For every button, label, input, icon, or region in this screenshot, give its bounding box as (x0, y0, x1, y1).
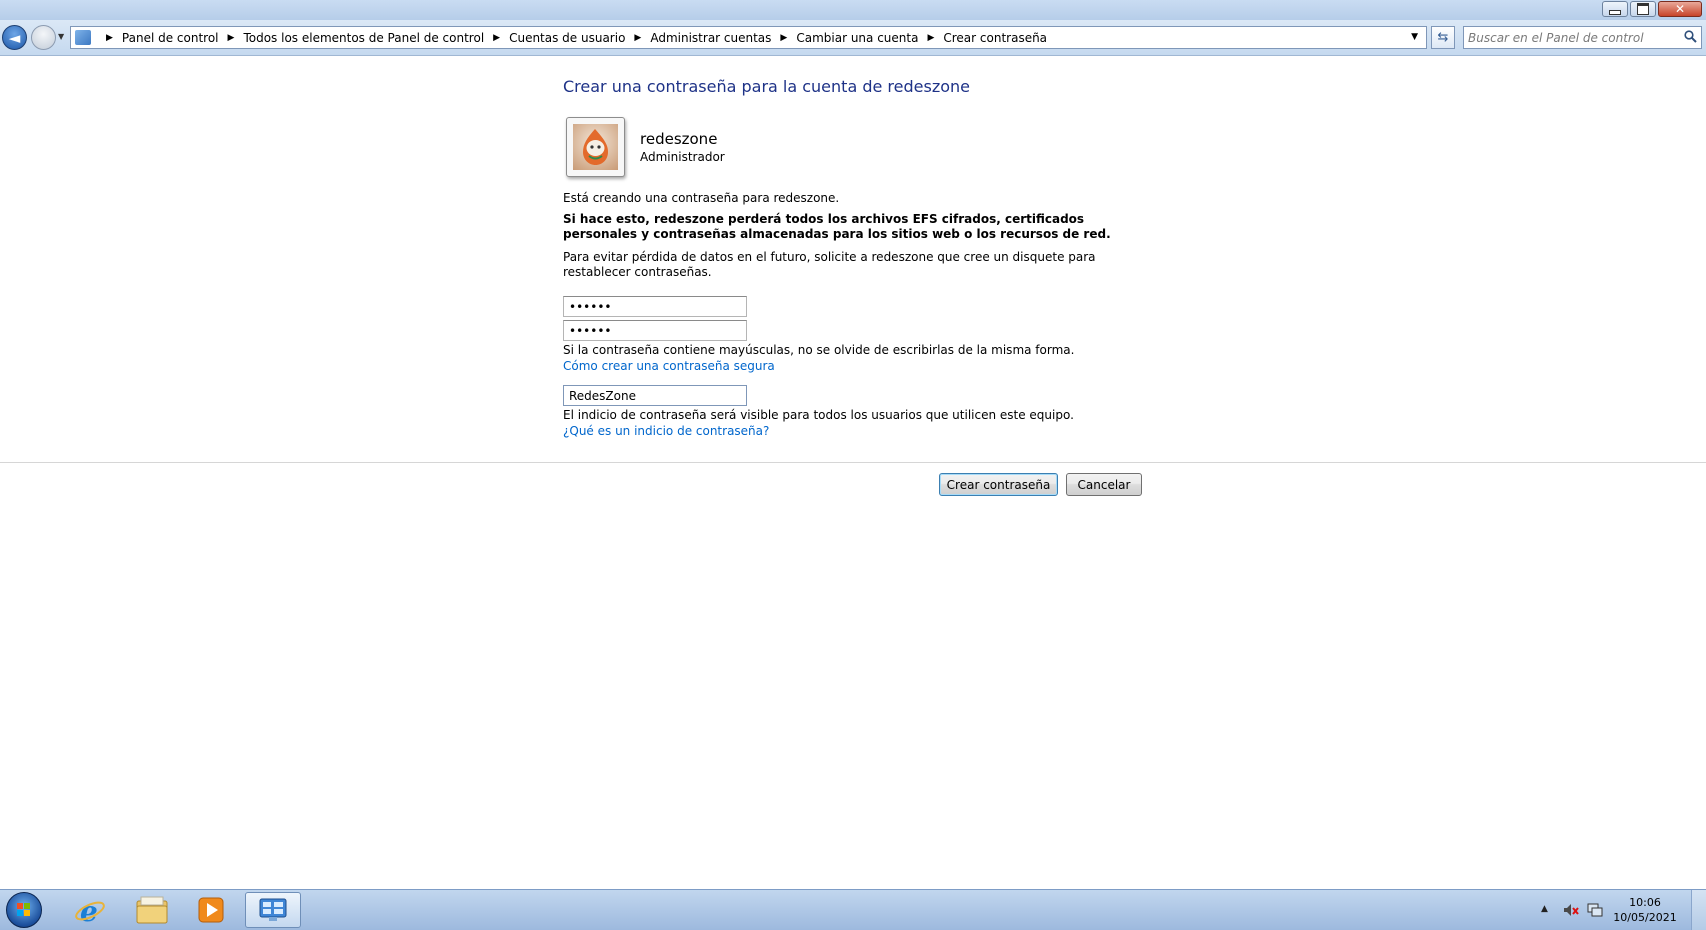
refresh-button[interactable]: ⇆ (1431, 26, 1455, 49)
svg-text:e: e (80, 895, 98, 926)
breadcrumb-item[interactable]: Administrar cuentas (650, 31, 771, 45)
breadcrumb-chevron-icon[interactable]: ▶ (493, 33, 500, 43)
search-input[interactable] (1468, 29, 1668, 46)
show-hidden-icons-button[interactable]: ▲ (1541, 904, 1548, 914)
title-bar: ✕ (0, 0, 1706, 20)
internet-explorer-icon: e (75, 895, 105, 926)
cancel-button[interactable]: Cancelar (1066, 473, 1142, 496)
show-desktop-button[interactable] (1691, 890, 1706, 930)
window-controls: ✕ (1600, 1, 1702, 19)
page-title: Crear una contraseña para la cuenta de r… (563, 77, 970, 96)
password-hint-field[interactable] (563, 385, 747, 406)
breadcrumb: ▶ Panel de control ▶ Todos los elementos… (97, 27, 1047, 48)
control-panel-icon (259, 898, 287, 921)
windows-logo-icon (17, 903, 31, 917)
password-hint-help-link[interactable]: ¿Qué es un indicio de contraseña? (563, 424, 769, 438)
minimize-icon (1609, 9, 1621, 15)
advice-text: Para evitar pérdida de datos en el futur… (563, 250, 1096, 279)
breadcrumb-item[interactable]: Panel de control (122, 31, 219, 45)
recent-pages-dropdown[interactable]: ▼ (58, 32, 64, 41)
user-picture (573, 124, 618, 170)
breadcrumb-item[interactable]: Todos los elementos de Panel de control (243, 31, 484, 45)
breadcrumb-chevron-icon[interactable]: ▶ (634, 33, 641, 43)
address-bar[interactable]: ▶ Panel de control ▶ Todos los elementos… (70, 26, 1427, 49)
taskbar-media-player[interactable] (183, 892, 239, 928)
speaker-muted-icon[interactable] (1563, 902, 1579, 918)
hint-visibility-note: El indicio de contraseña será visible pa… (563, 408, 1074, 422)
create-password-button[interactable]: Crear contraseña (939, 473, 1058, 496)
forward-button[interactable] (31, 25, 56, 50)
back-arrow-icon: ◄ (8, 28, 21, 47)
minimize-button[interactable] (1602, 1, 1628, 17)
search-icon[interactable] (1684, 30, 1697, 43)
taskbar-control-panel[interactable] (245, 892, 301, 928)
search-box[interactable] (1463, 26, 1702, 49)
breadcrumb-chevron-icon[interactable]: ▶ (228, 33, 235, 43)
account-type: Administrador (640, 150, 725, 164)
refresh-icon: ⇆ (1437, 30, 1449, 45)
account-name: redeszone (640, 130, 718, 148)
start-button[interactable] (6, 892, 42, 928)
windows-explorer-icon (136, 896, 168, 924)
control-panel-icon (75, 30, 91, 45)
breadcrumb-item[interactable]: Cuentas de usuario (509, 31, 625, 45)
warning-text: Si hace esto, redeszone perderá todos lo… (563, 212, 1111, 241)
strong-password-link[interactable]: Cómo crear una contraseña segura (563, 359, 775, 373)
breadcrumb-item[interactable]: Crear contraseña (943, 31, 1047, 45)
clock-time: 10:06 (1629, 896, 1661, 909)
breadcrumb-chevron-icon[interactable]: ▶ (927, 33, 934, 43)
restore-icon (1637, 3, 1649, 15)
taskbar-internet-explorer[interactable]: e (62, 892, 118, 928)
navigation-bar: ◄ ▼ ▶ Panel de control ▶ Todos los eleme… (0, 20, 1706, 56)
back-button[interactable]: ◄ (2, 25, 27, 50)
taskbar: e ▲ 10:06 10/05/2021 (0, 889, 1706, 930)
case-sensitivity-note: Si la contraseña contiene mayúsculas, no… (563, 343, 1075, 357)
confirm-password-field[interactable] (563, 320, 747, 341)
breadcrumb-chevron-icon[interactable]: ▶ (106, 33, 113, 43)
user-picture-icon (583, 129, 608, 165)
divider (0, 462, 1706, 463)
main-content: Crear una contraseña para la cuenta de r… (0, 56, 1706, 889)
network-icon[interactable] (1587, 902, 1603, 918)
new-password-field[interactable] (563, 296, 747, 317)
media-player-icon (198, 897, 224, 923)
clock-date: 10/05/2021 (1613, 911, 1677, 924)
close-icon: ✕ (1674, 2, 1686, 16)
info-text: Está creando una contraseña para redeszo… (563, 191, 840, 205)
taskbar-windows-explorer[interactable] (124, 892, 180, 928)
system-clock[interactable]: 10:06 10/05/2021 (1610, 895, 1680, 925)
avatar (566, 117, 625, 177)
address-dropdown-icon[interactable]: ▼ (1411, 32, 1418, 42)
close-button[interactable]: ✕ (1658, 1, 1702, 17)
restore-button[interactable] (1630, 1, 1656, 17)
breadcrumb-item[interactable]: Cambiar una cuenta (796, 31, 918, 45)
breadcrumb-chevron-icon[interactable]: ▶ (780, 33, 787, 43)
